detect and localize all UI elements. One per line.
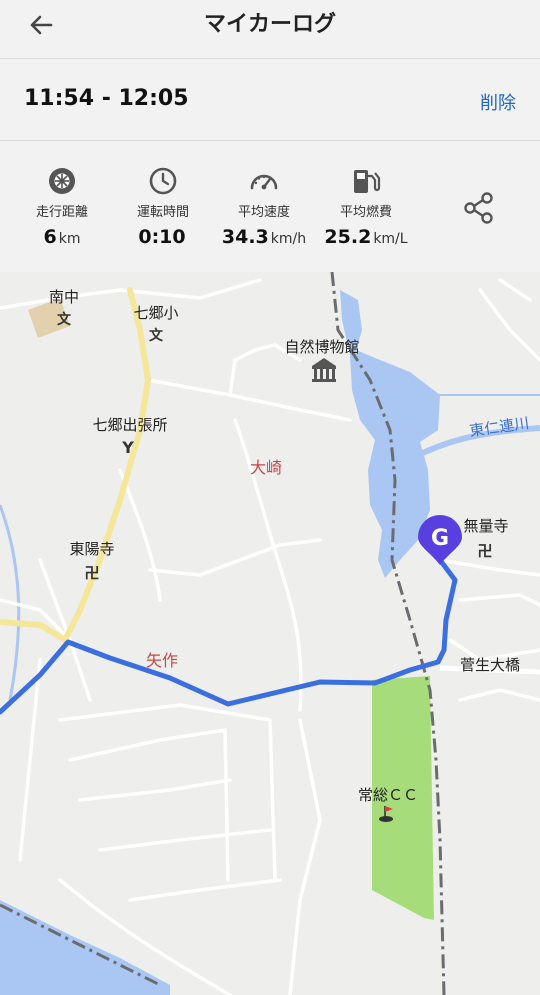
school-icon: 文 (57, 311, 72, 328)
stat-unit: km (58, 231, 81, 247)
map-label-yasaku: 矢作 (146, 651, 178, 670)
map-label-branch-office: 七郷出張所 (92, 416, 167, 434)
map-label-nanchu: 南中 (49, 288, 79, 306)
temple-icon: 卍 (84, 564, 99, 582)
map-label-museum: 自然博物館 (284, 338, 359, 356)
map-label-toyoji: 東陽寺 (69, 540, 114, 558)
stat-label: 運転時間 (136, 205, 189, 220)
fuel-pump-icon (314, 165, 418, 197)
school-icon: 文 (149, 327, 164, 344)
route-map[interactable]: G 文 文 Y 卍 卍 南中 七郷小 自然博物館 東仁連川 七郷出張所 大崎 東… (0, 272, 540, 995)
stat-unit: km/h (270, 231, 307, 247)
stat-value: 25.2 (324, 226, 372, 248)
map-label-golf-course: 常総ＣＣ (358, 786, 418, 804)
map-label-shichigo-elementary: 七郷小 (133, 304, 178, 322)
trip-time-range: 11:54 - 12:05 (24, 86, 189, 111)
tire-icon (10, 165, 114, 197)
map-background (0, 272, 540, 995)
clock-icon (111, 165, 215, 197)
page-title: マイカーログ (203, 12, 336, 37)
trip-stats: 走行距離 6 km 運転時間 0:10 平均速度 34.3 km/h 平均燃費 … (0, 141, 540, 272)
stat-label: 走行距離 (35, 205, 88, 220)
app-bar: マイカーログ (0, 0, 540, 59)
stat-value: 6 (43, 226, 57, 248)
post-office-icon: Y (121, 438, 134, 457)
map-label-sugou-bridge: 菅生大橋 (460, 656, 520, 674)
stat-distance: 走行距離 6 km (10, 165, 114, 248)
speedometer-icon (212, 165, 316, 197)
stat-value: 34.3 (221, 226, 269, 248)
stat-value: 0:10 (138, 226, 186, 248)
stat-average-speed: 平均速度 34.3 km/h (212, 165, 316, 248)
stat-label: 平均燃費 (339, 205, 392, 220)
trip-time-bar: 11:54 - 12:05 削除 (0, 60, 540, 141)
stat-fuel-economy: 平均燃費 25.2 km/L (314, 165, 418, 248)
map-label-muryoji: 無量寺 (463, 517, 508, 535)
stat-label: 平均速度 (237, 205, 290, 220)
temple-icon: 卍 (477, 542, 492, 560)
goal-marker-label: G (431, 526, 449, 551)
stat-unit: km/L (373, 231, 408, 247)
share-icon[interactable] (462, 190, 496, 226)
stat-driving-time: 運転時間 0:10 (111, 165, 215, 248)
delete-button[interactable]: 削除 (480, 89, 516, 115)
map-label-osaki: 大崎 (250, 458, 282, 477)
